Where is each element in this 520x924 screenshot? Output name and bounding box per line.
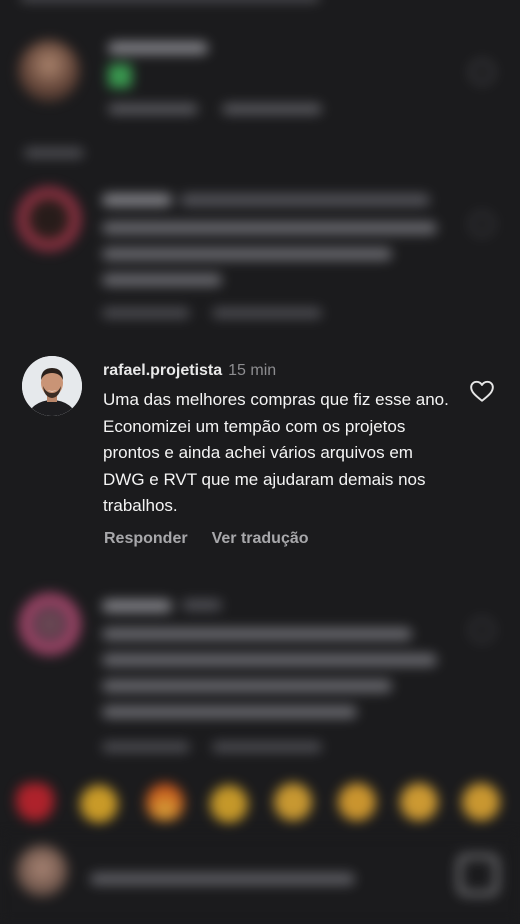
comment-line: Uma das melhores compras que fiz esse an…: [103, 390, 449, 409]
comment-header: rafael.projetista 15 min: [103, 362, 276, 380]
crying-face-emoji-icon[interactable]: [274, 783, 312, 821]
username[interactable]: rafael.projetista: [103, 362, 222, 379]
avatar: [18, 592, 82, 656]
comment-actions: Responder Ver tradução: [104, 530, 333, 548]
heart-emoji-icon[interactable]: [16, 783, 54, 821]
avatar-photo: [22, 356, 82, 416]
avatar: [16, 186, 82, 252]
date-divider: [24, 148, 84, 158]
comment-line: DWG e RVT que me ajudaram demais nos: [103, 469, 426, 489]
avatar: [16, 845, 68, 897]
comment-text: Uma das melhores compras que fiz esse an…: [103, 387, 449, 520]
comment-line: prontos e ainda achei vários arquivos em: [103, 443, 413, 462]
heart-outline-icon[interactable]: [469, 378, 495, 404]
translate-button[interactable]: Ver tradução: [212, 530, 309, 547]
fire-emoji-icon[interactable]: [146, 783, 184, 821]
clap-emoji-icon[interactable]: [80, 785, 118, 823]
comment-input-bar: [0, 835, 520, 924]
reply-button[interactable]: Responder: [104, 530, 188, 547]
raised-hands-emoji-icon[interactable]: [210, 785, 248, 823]
sticker-icon[interactable]: [458, 855, 498, 895]
surprised-face-emoji-icon[interactable]: [400, 783, 438, 821]
comment-line: Economizei um tempão com os projetos: [103, 416, 406, 436]
comment-input[interactable]: [90, 873, 355, 885]
avatar[interactable]: [22, 356, 82, 416]
laughing-face-emoji-icon[interactable]: [462, 783, 500, 821]
comment-line: trabalhos.: [103, 496, 178, 515]
comment-time: 15 min: [228, 362, 277, 379]
avatar: [18, 40, 80, 102]
heart-eyes-emoji-icon[interactable]: [338, 783, 376, 821]
